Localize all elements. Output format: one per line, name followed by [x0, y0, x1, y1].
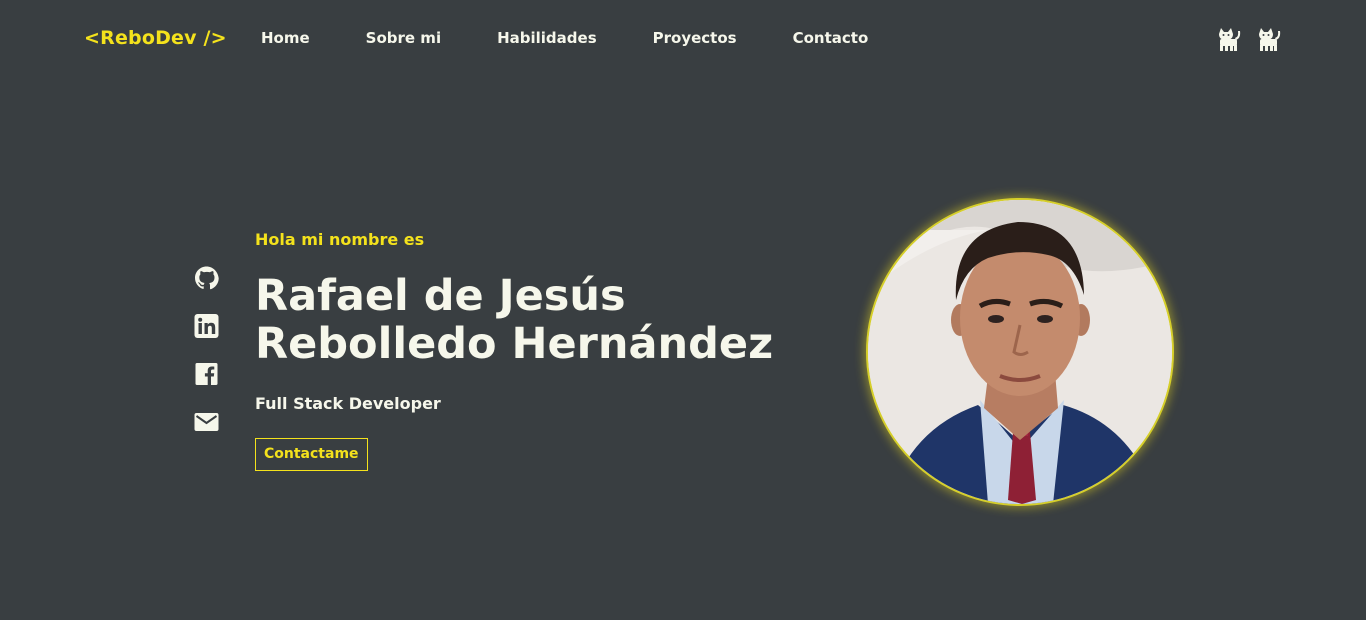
- name-line-2: Rebolledo Hernández: [255, 319, 774, 369]
- nav-link-habilidades[interactable]: Habilidades: [497, 28, 597, 48]
- page-title: Rafael de Jesús Rebolledo Hernández: [255, 272, 795, 368]
- contact-button[interactable]: Contactame: [255, 438, 368, 471]
- theme-switcher: [1216, 26, 1282, 52]
- cat-icon[interactable]: [1256, 26, 1282, 52]
- nav-link-proyectos[interactable]: Proyectos: [653, 28, 737, 48]
- page: <ReboDev /> Home Sobre mi Habilidades Pr…: [0, 0, 1366, 620]
- profile-photo: [868, 200, 1172, 504]
- role-text: Full Stack Developer: [255, 394, 441, 413]
- main-nav: Home Sobre mi Habilidades Proyectos Cont…: [261, 28, 924, 48]
- greeting-text: Hola mi nombre es: [255, 230, 425, 249]
- github-icon[interactable]: [194, 266, 219, 290]
- linkedin-icon[interactable]: [194, 314, 219, 338]
- cat-icon[interactable]: [1216, 26, 1242, 52]
- avatar: [866, 198, 1174, 506]
- logo-link[interactable]: <ReboDev />: [84, 27, 227, 49]
- mail-icon[interactable]: [194, 410, 219, 434]
- social-links: [194, 266, 219, 434]
- nav-link-contacto[interactable]: Contacto: [793, 28, 869, 48]
- name-line-1: Rafael de Jesús: [255, 271, 626, 321]
- header: <ReboDev /> Home Sobre mi Habilidades Pr…: [0, 0, 1366, 78]
- nav-link-home[interactable]: Home: [261, 28, 310, 48]
- nav-link-sobre-mi[interactable]: Sobre mi: [366, 28, 441, 48]
- facebook-icon[interactable]: [194, 362, 219, 386]
